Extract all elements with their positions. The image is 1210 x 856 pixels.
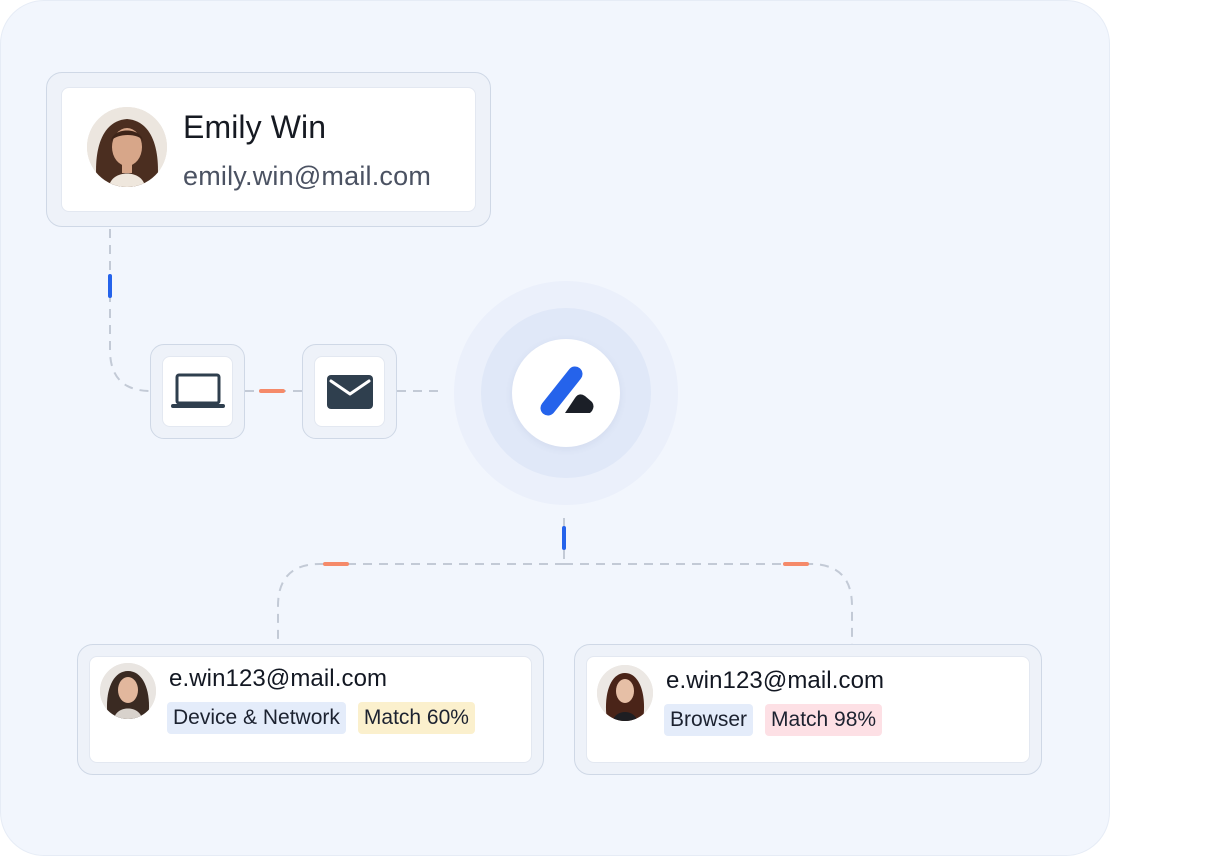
brand-logo-icon <box>540 366 594 416</box>
mail-tile[interactable] <box>302 344 397 439</box>
profile-name: Emily Win <box>183 109 327 145</box>
laptop-tile[interactable] <box>150 344 245 439</box>
envelope-icon <box>326 374 373 409</box>
match-tags: Device & Network Match 60% <box>167 702 475 734</box>
match-tags: Browser Match 98% <box>664 704 883 736</box>
connector-branch-left <box>277 563 564 644</box>
profile-card[interactable]: Emily Win emily.win@mail.com <box>46 72 491 227</box>
avatar <box>100 663 156 719</box>
match-card-right[interactable]: e.win123@mail.com Browser Match 98% <box>574 644 1042 775</box>
match-score-tag: Match 98% <box>765 704 883 736</box>
profile-email: emily.win@mail.com <box>183 161 432 191</box>
match-score-tag: Match 60% <box>357 702 475 734</box>
avatar <box>597 665 653 721</box>
match-card-left[interactable]: e.win123@mail.com Device & Network Match… <box>77 644 544 775</box>
match-email: e.win123@mail.com <box>666 667 885 694</box>
connector-branch-right <box>564 563 853 644</box>
connector-profile-to-laptop <box>109 229 152 392</box>
hub-node[interactable] <box>512 339 620 447</box>
avatar <box>87 107 167 187</box>
signal-tag: Device & Network <box>167 702 346 734</box>
laptop-icon <box>170 373 225 408</box>
match-email: e.win123@mail.com <box>169 665 388 692</box>
signal-tag: Browser <box>664 704 754 736</box>
